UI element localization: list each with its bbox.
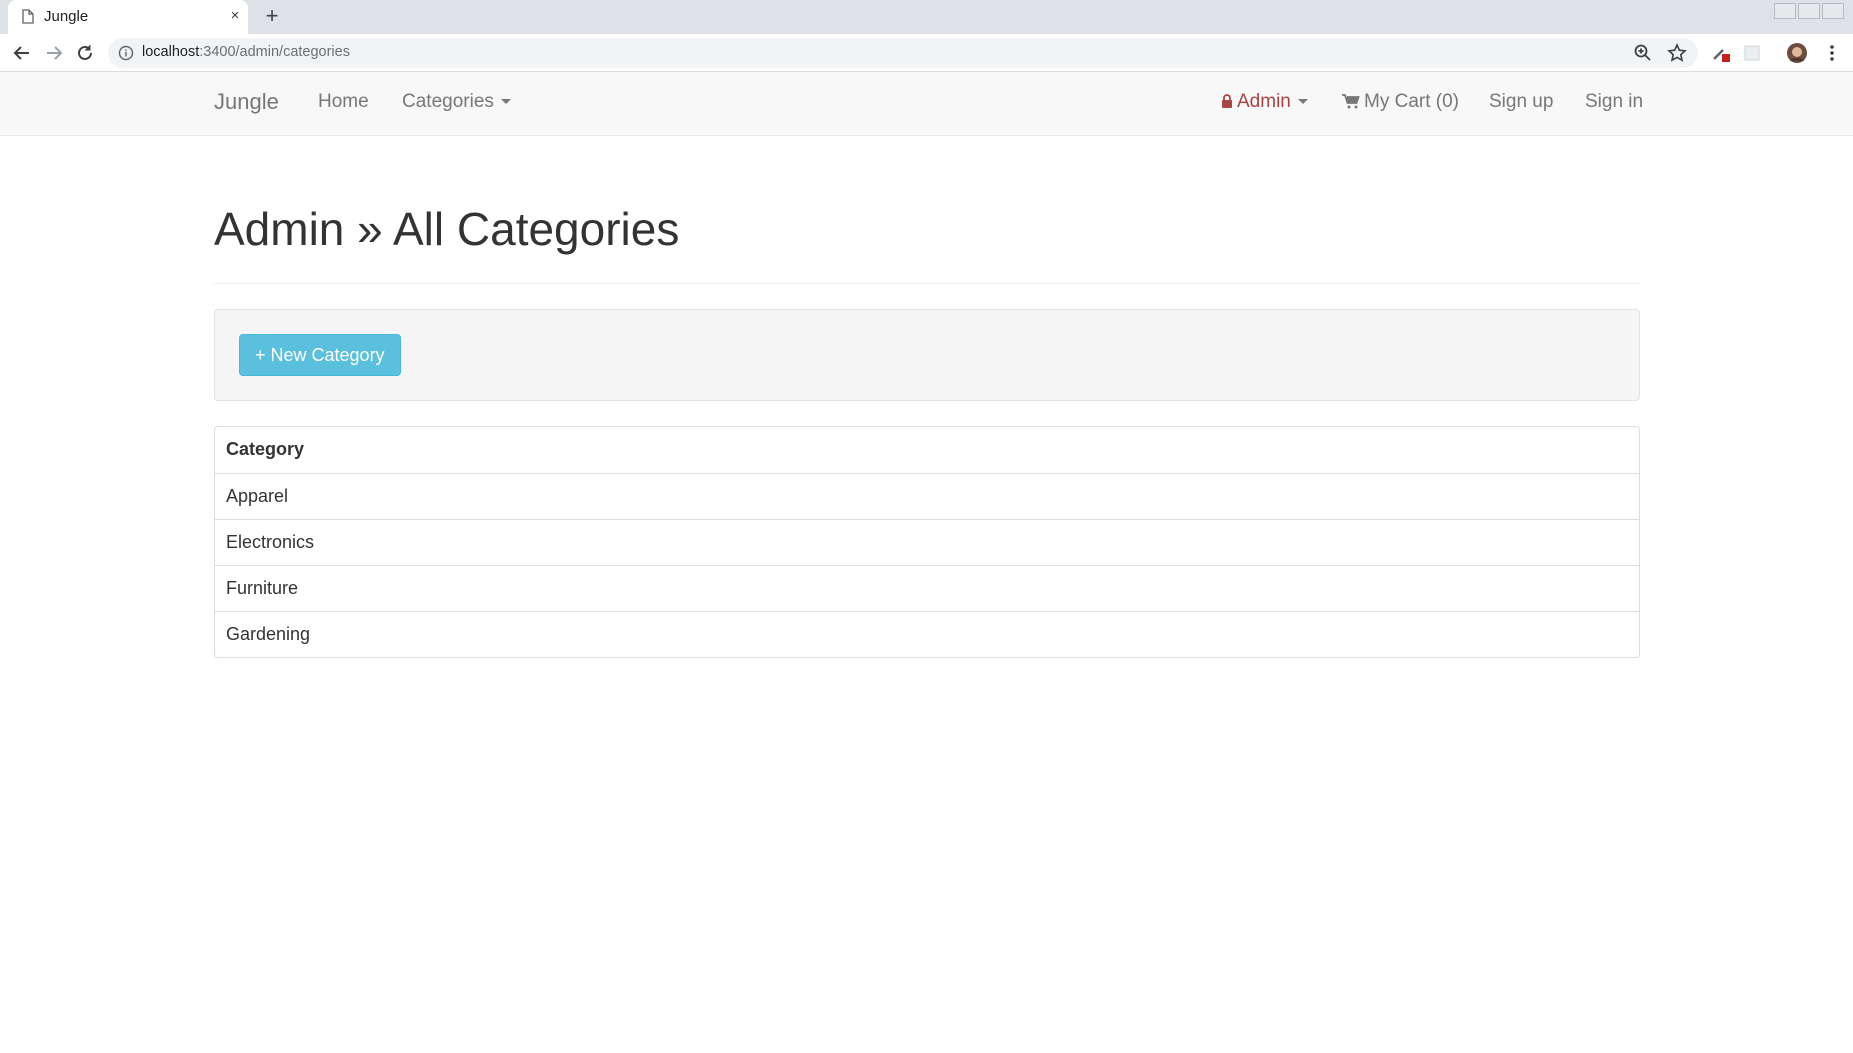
nav-home-link[interactable]: Home [318, 91, 369, 113]
menu-dots-icon[interactable] [1821, 42, 1843, 64]
tab-title: Jungle [44, 8, 89, 25]
browser-tabstrip: Jungle × + [0, 0, 1853, 34]
star-icon[interactable] [1666, 42, 1688, 64]
categories-table: Category Apparel Electronics Furniture G… [214, 426, 1640, 658]
nav-categories-dropdown[interactable]: Categories [402, 91, 511, 113]
table-row: Gardening [215, 611, 1639, 657]
nav-cart-link[interactable]: My Cart (0) [1342, 91, 1459, 113]
nav-cart-label: My Cart (0) [1364, 91, 1459, 112]
nav-admin-label: Admin [1237, 91, 1291, 112]
nav-admin-dropdown[interactable]: Admin [1221, 91, 1308, 113]
reload-icon[interactable] [74, 42, 96, 64]
table-row: Furniture [215, 565, 1639, 611]
forward-arrow-icon[interactable] [43, 42, 65, 64]
address-bar[interactable]: localhost:3400/admin/categories [108, 38, 1698, 68]
actions-well: + New Category [214, 309, 1640, 401]
nav-signin-link[interactable]: Sign in [1585, 91, 1643, 113]
chevron-down-icon [1297, 99, 1308, 105]
file-icon [22, 9, 34, 24]
back-arrow-icon[interactable] [11, 42, 33, 64]
browser-toolbar: localhost:3400/admin/categories [0, 34, 1853, 72]
app-navbar: Jungle Home Categories Admin My Cart (0)… [0, 72, 1853, 136]
extension-placeholder-icon[interactable] [1741, 42, 1763, 64]
close-icon[interactable]: × [226, 7, 244, 25]
plus-icon[interactable]: + [260, 5, 284, 29]
url-path: :3400/admin/categories [199, 44, 350, 60]
cart-icon [1342, 94, 1360, 109]
url-text: localhost:3400/admin/categories [142, 44, 350, 60]
nav-categories-label: Categories [402, 91, 494, 112]
browser-tab[interactable]: Jungle × [8, 0, 248, 34]
info-icon[interactable] [118, 45, 134, 61]
lock-icon [1222, 94, 1232, 108]
url-host: localhost [142, 44, 200, 60]
restore-window-button[interactable] [1798, 3, 1820, 19]
minimize-window-button[interactable] [1774, 3, 1796, 19]
new-category-button[interactable]: + New Category [239, 334, 401, 376]
extension-icon[interactable] [1710, 42, 1732, 64]
header-divider [214, 283, 1640, 284]
zoom-icon[interactable] [1632, 42, 1654, 64]
table-row: Electronics [215, 519, 1639, 565]
brand-link[interactable]: Jungle [214, 89, 279, 115]
close-window-button[interactable] [1822, 3, 1844, 19]
table-row: Apparel [215, 473, 1639, 519]
nav-signup-link[interactable]: Sign up [1489, 91, 1553, 113]
chevron-down-icon [500, 99, 511, 105]
page-title: Admin » All Categories [214, 203, 680, 255]
profile-avatar-icon[interactable] [1786, 42, 1808, 64]
table-header-category: Category [226, 439, 305, 459]
